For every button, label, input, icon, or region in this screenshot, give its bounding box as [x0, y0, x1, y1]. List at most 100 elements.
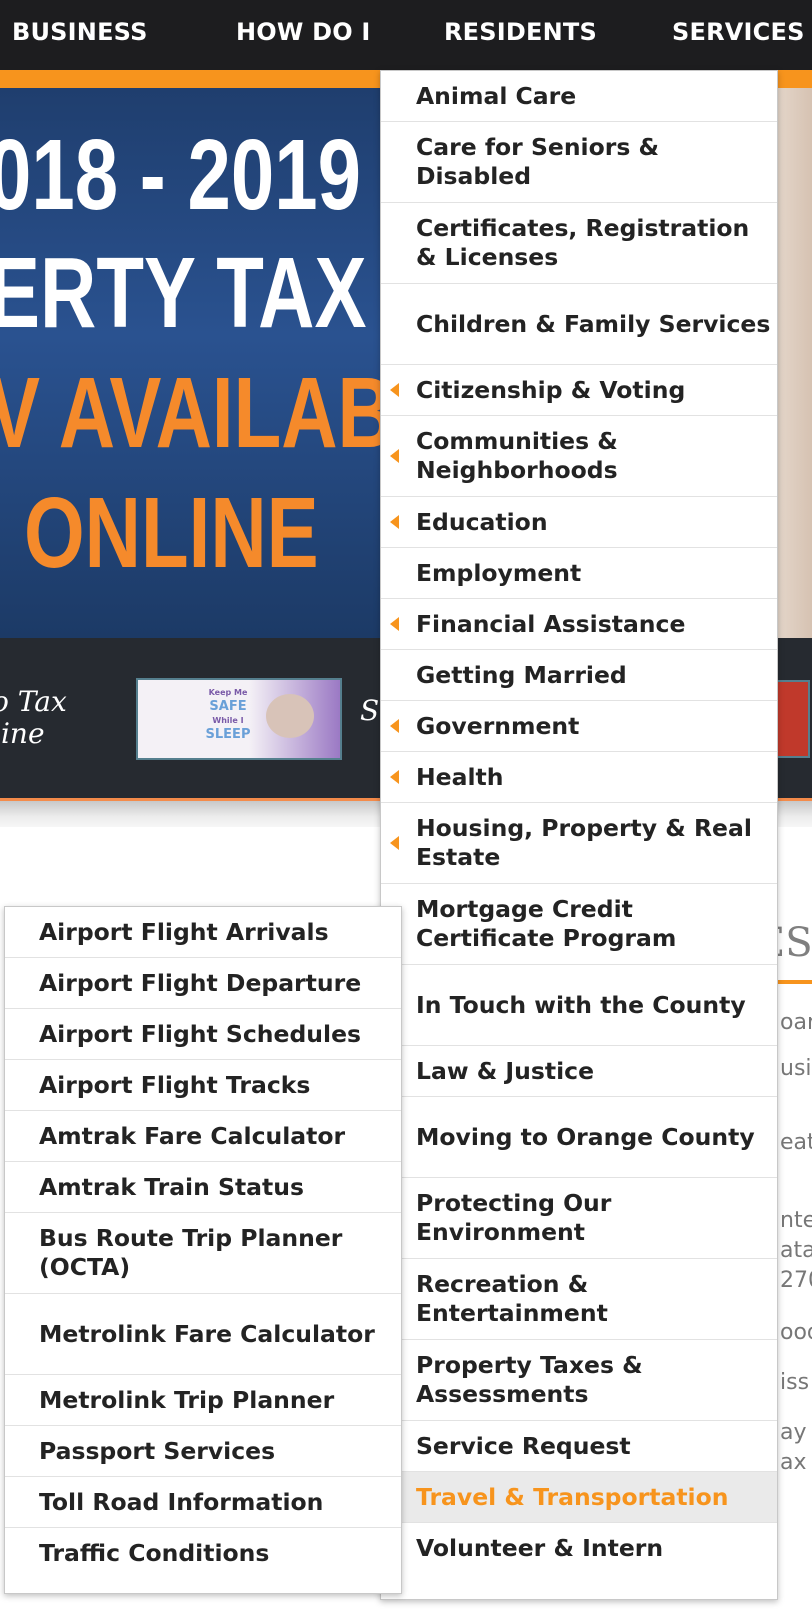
menu-item-communities[interactable]: Communities & Neighborhoods	[381, 416, 777, 497]
submenu-item-label: Amtrak Fare Calculator	[39, 1121, 346, 1150]
bg-text-fragment: ay /	[780, 1420, 812, 1445]
menu-item-label: Law & Justice	[416, 1056, 595, 1085]
menu-item-employment[interactable]: Employment	[381, 548, 777, 599]
bg-text-fragment: ax E	[780, 1450, 812, 1475]
menu-item-label: Getting Married	[416, 660, 627, 689]
nav-item-services[interactable]: SERVICES	[672, 18, 805, 46]
bg-text-fragment: 270	[780, 1268, 812, 1293]
menu-item-label: Care for Seniors & Disabled	[416, 133, 659, 190]
menu-item-mortgage-credit[interactable]: Mortgage Credit Certificate Program	[381, 884, 777, 965]
menu-item-label: Employment	[416, 558, 582, 587]
submenu-item-traffic[interactable]: Traffic Conditions	[5, 1528, 401, 1578]
menu-item-law-justice[interactable]: Law & Justice	[381, 1046, 777, 1097]
menu-item-label: Education	[416, 507, 548, 536]
menu-item-label: Moving to Orange County	[416, 1122, 755, 1151]
submenu-item-label: Toll Road Information	[39, 1487, 324, 1516]
bg-text-fragment: ood	[780, 1320, 812, 1345]
submenu-item-label: Passport Services	[39, 1436, 276, 1465]
menu-item-label: Protecting Our Environment	[416, 1189, 612, 1246]
submenu-arrow-icon	[390, 449, 399, 463]
submenu-arrow-icon	[390, 617, 399, 631]
baby-image	[266, 694, 314, 738]
menu-item-citizenship-voting[interactable]: Citizenship & Voting	[381, 365, 777, 416]
menu-item-moving[interactable]: Moving to Orange County	[381, 1097, 777, 1178]
submenu-item-amtrak-status[interactable]: Amtrak Train Status	[5, 1162, 401, 1213]
menu-item-financial-assistance[interactable]: Financial Assistance	[381, 599, 777, 650]
menu-item-label: Citizenship & Voting	[416, 375, 686, 404]
submenu-item-label: Bus Route Trip Planner (OCTA)	[39, 1224, 343, 1281]
menu-item-getting-married[interactable]: Getting Married	[381, 650, 777, 701]
menu-item-government[interactable]: Government	[381, 701, 777, 752]
nav-item-business[interactable]: BUSINESS	[12, 18, 148, 46]
menu-item-animal-care[interactable]: Animal Care	[381, 71, 777, 122]
bg-text-fragment: nte	[780, 1208, 812, 1233]
bg-text-fragment: iss	[780, 1370, 810, 1395]
submenu-item-label: Metrolink Fare Calculator	[39, 1319, 375, 1348]
menu-item-label: Travel & Transportation	[416, 1482, 729, 1511]
menu-item-label: Financial Assistance	[416, 609, 686, 638]
submenu-item-metrolink-fare[interactable]: Metrolink Fare Calculator	[5, 1294, 401, 1375]
menu-item-label: Certificates, Registration & Licenses	[416, 214, 750, 271]
menu-item-label: Animal Care	[416, 81, 577, 110]
residents-dropdown-menu: Animal Care Care for Seniors & Disabled …	[380, 70, 778, 1600]
menu-item-label: Communities & Neighborhoods	[416, 427, 618, 484]
promo-partial-text: S	[360, 694, 380, 727]
menu-item-care-for-seniors[interactable]: Care for Seniors & Disabled	[381, 122, 777, 203]
menu-item-recreation[interactable]: Recreation & Entertainment	[381, 1259, 777, 1340]
submenu-arrow-icon	[390, 719, 399, 733]
submenu-item-label: Amtrak Train Status	[39, 1172, 304, 1201]
menu-item-children-family[interactable]: Children & Family Services	[381, 284, 777, 365]
submenu-item-label: Airport Flight Arrivals	[39, 917, 329, 946]
submenu-item-flight-tracks[interactable]: Airport Flight Tracks	[5, 1060, 401, 1111]
hero-line-year: 018 - 2019	[0, 119, 361, 231]
promo-tax-text[interactable]: o Tax line	[0, 686, 67, 750]
submenu-item-toll-road[interactable]: Toll Road Information	[5, 1477, 401, 1528]
travel-submenu: Airport Flight Arrivals Airport Flight D…	[4, 906, 402, 1594]
promo-keep-me: Keep Me	[208, 688, 248, 697]
menu-item-label: Mortgage Credit Certificate Program	[416, 895, 677, 952]
safe-sleep-promo[interactable]: Keep Me SAFE While I SLEEP	[136, 678, 342, 760]
promo-tax-line-1: o Tax	[0, 685, 67, 718]
submenu-item-amtrak-fare[interactable]: Amtrak Fare Calculator	[5, 1111, 401, 1162]
bg-text-fragment: oar	[780, 1010, 812, 1035]
menu-item-environment[interactable]: Protecting Our Environment	[381, 1178, 777, 1259]
submenu-item-label: Airport Flight Schedules	[39, 1019, 361, 1048]
submenu-arrow-icon	[390, 383, 399, 397]
menu-item-label: Children & Family Services	[416, 309, 771, 338]
promo-safe: SAFE	[209, 699, 247, 714]
menu-item-label: Housing, Property & Real Estate	[416, 814, 752, 871]
submenu-item-label: Airport Flight Departure	[39, 968, 362, 997]
menu-item-certificates[interactable]: Certificates, Registration & Licenses	[381, 203, 777, 284]
promo-tax-line-2: line	[0, 717, 45, 750]
menu-item-label: Recreation & Entertainment	[416, 1270, 608, 1327]
submenu-item-flight-schedules[interactable]: Airport Flight Schedules	[5, 1009, 401, 1060]
menu-item-health[interactable]: Health	[381, 752, 777, 803]
submenu-item-flight-departure[interactable]: Airport Flight Departure	[5, 958, 401, 1009]
menu-item-label: Volunteer & Intern	[416, 1533, 664, 1562]
submenu-item-flight-arrivals[interactable]: Airport Flight Arrivals	[5, 907, 401, 958]
menu-item-label: Health	[416, 762, 504, 791]
top-navigation: BUSINESS HOW DO I RESIDENTS SERVICES	[0, 0, 812, 70]
submenu-item-label: Metrolink Trip Planner	[39, 1385, 335, 1414]
submenu-item-passport[interactable]: Passport Services	[5, 1426, 401, 1477]
safe-sleep-text: Keep Me SAFE While I SLEEP	[196, 686, 260, 742]
menu-item-label: In Touch with the County	[416, 990, 746, 1019]
submenu-arrow-icon	[390, 836, 399, 850]
menu-item-property-taxes[interactable]: Property Taxes & Assessments	[381, 1340, 777, 1421]
submenu-arrow-icon	[390, 515, 399, 529]
bg-text-fragment: usi	[780, 1056, 812, 1081]
menu-item-education[interactable]: Education	[381, 497, 777, 548]
submenu-item-metrolink-trip[interactable]: Metrolink Trip Planner	[5, 1375, 401, 1426]
menu-item-housing[interactable]: Housing, Property & Real Estate	[381, 803, 777, 884]
hero-line-online: ONLINE	[24, 477, 319, 589]
menu-item-in-touch[interactable]: In Touch with the County	[381, 965, 777, 1046]
submenu-item-label: Airport Flight Tracks	[39, 1070, 311, 1099]
menu-item-label: Service Request	[416, 1431, 631, 1460]
menu-item-service-request[interactable]: Service Request	[381, 1421, 777, 1472]
promo-while-i: While I	[212, 716, 244, 725]
submenu-item-bus-route[interactable]: Bus Route Trip Planner (OCTA)	[5, 1213, 401, 1294]
menu-item-travel-transportation[interactable]: Travel & Transportation	[381, 1472, 777, 1523]
nav-item-residents[interactable]: RESIDENTS	[444, 18, 597, 46]
menu-item-volunteer[interactable]: Volunteer & Intern	[381, 1523, 777, 1573]
nav-item-how-do-i[interactable]: HOW DO I	[236, 18, 371, 46]
